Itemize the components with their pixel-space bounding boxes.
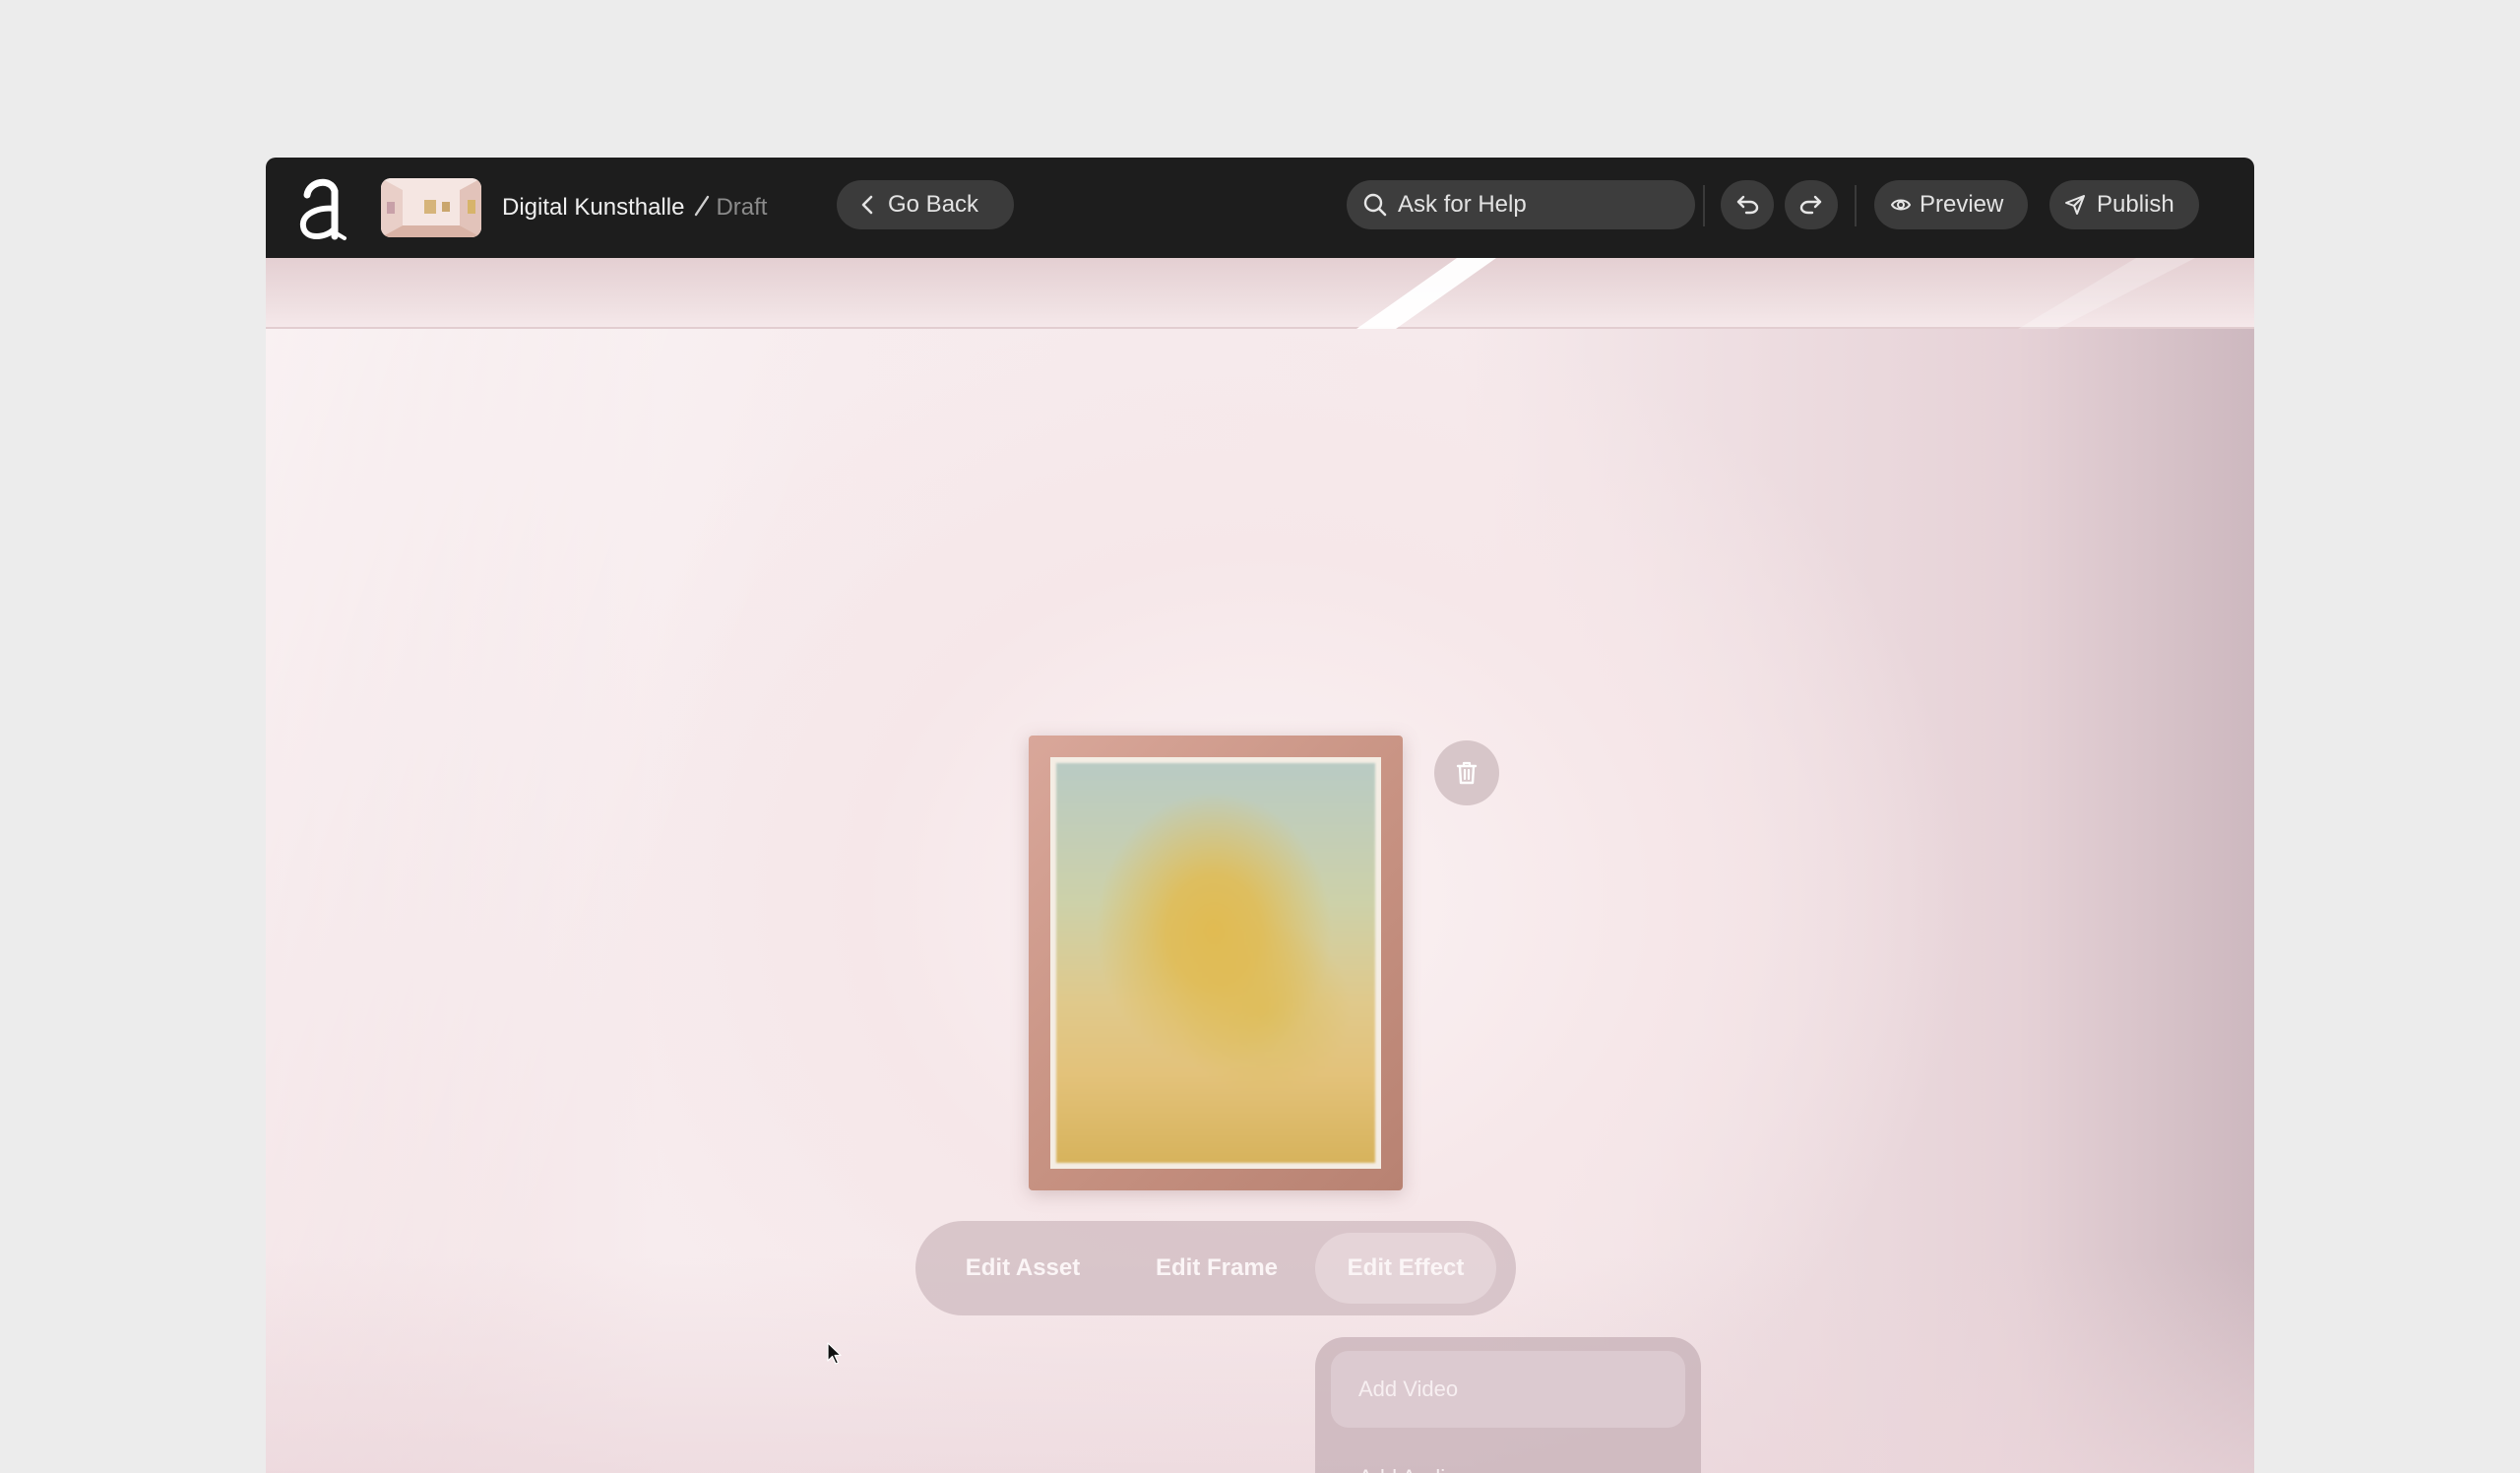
app-window: Digital Kunsthalle Draft Go Back Ask for … [266, 158, 2254, 1473]
project-status: Draft [716, 194, 768, 221]
ask-for-help-placeholder: Ask for Help [1398, 191, 1527, 218]
redo-button[interactable] [1785, 180, 1838, 229]
undo-icon [1736, 195, 1759, 215]
ceiling-light-strip [266, 258, 2254, 329]
artwork-image [1056, 763, 1375, 1163]
project-name: Digital Kunsthalle [502, 194, 685, 221]
edit-asset-tab[interactable]: Edit Asset [927, 1233, 1118, 1304]
ask-for-help-input[interactable]: Ask for Help [1347, 180, 1695, 229]
project-title: Digital Kunsthalle Draft [502, 190, 767, 225]
slash-icon [694, 195, 710, 217]
project-thumbnail[interactable] [381, 178, 481, 237]
add-audio-menu-item[interactable]: Add Audio [1331, 1440, 1685, 1473]
preview-label: Preview [1920, 191, 2004, 218]
redo-icon [1799, 195, 1822, 215]
eye-icon [1890, 194, 1912, 216]
toolbar-divider [1703, 185, 1705, 226]
preview-button[interactable]: Preview [1874, 180, 2028, 229]
publish-label: Publish [2097, 191, 2174, 218]
go-back-button[interactable]: Go Back [837, 180, 1014, 229]
undo-button[interactable] [1721, 180, 1774, 229]
search-icon [1362, 192, 1388, 218]
trash-icon [1456, 761, 1478, 785]
framed-artwork[interactable] [1029, 736, 1403, 1190]
go-back-label: Go Back [888, 191, 979, 218]
edit-frame-tab[interactable]: Edit Frame [1118, 1233, 1315, 1304]
edit-effect-tab[interactable]: Edit Effect [1315, 1233, 1496, 1304]
toolbar-divider [1855, 185, 1857, 226]
a-logo-icon[interactable] [291, 171, 354, 244]
delete-artwork-button[interactable] [1434, 740, 1499, 805]
artwork-edit-toolbar: Edit Asset Edit Frame Edit Effect [915, 1221, 1516, 1315]
mouse-cursor-icon [827, 1342, 843, 1366]
artwork-mat [1050, 757, 1381, 1169]
top-bar: Digital Kunsthalle Draft Go Back Ask for … [266, 158, 2254, 258]
gallery-viewport[interactable]: Edit Asset Edit Frame Edit Effect Add Vi… [266, 258, 2254, 1473]
send-icon [2063, 193, 2087, 217]
effect-dropdown-menu: Add Video Add Audio [1315, 1337, 1701, 1473]
publish-button[interactable]: Publish [2049, 180, 2199, 229]
chevron-left-icon [858, 194, 876, 216]
add-video-menu-item[interactable]: Add Video [1331, 1351, 1685, 1428]
